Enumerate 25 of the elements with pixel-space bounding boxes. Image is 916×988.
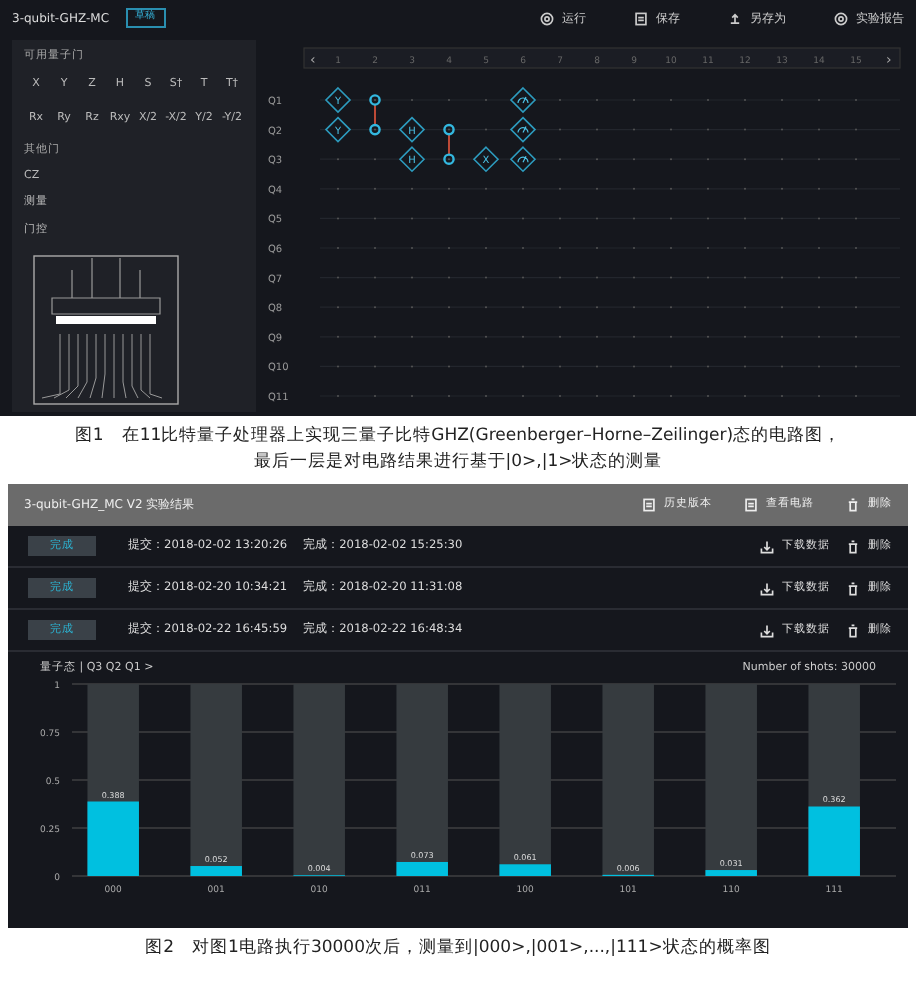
measurement-symbol[interactable] [509, 146, 537, 173]
trash-icon [846, 498, 860, 512]
linked-control-node[interactable] [443, 123, 455, 156]
measurement-symbol[interactable] [509, 116, 537, 143]
probability-bar [705, 870, 757, 877]
trash-icon [846, 581, 860, 595]
figure-caption: 图1 在11比特量子处理器上实现三量子比特GHZ(Greenberger–Horne–Zeilinger)态的电路图， [72, 424, 844, 450]
control-node[interactable] [369, 123, 381, 136]
probability-bar [190, 866, 242, 877]
measurement-symbol[interactable] [509, 86, 537, 114]
linked-control-node[interactable] [369, 94, 381, 126]
grid-icon [744, 498, 758, 512]
probability-bar [808, 807, 860, 877]
figure-caption: 最后一层是对电路结果进行基于|0>,|1>状态的测量 [251, 450, 665, 476]
download-icon [760, 581, 774, 595]
download-icon [760, 623, 774, 637]
figure-caption: 图2 对图1电路执行30000次后，测量到|000>,|001>,...,|111>状态的概率图 [143, 935, 773, 962]
trash-icon [846, 623, 860, 637]
document-icon [642, 498, 656, 512]
probability-bar [396, 862, 448, 877]
download-icon [760, 539, 774, 553]
probability-bar [87, 802, 139, 877]
probability-bar [499, 864, 551, 877]
control-node[interactable] [443, 153, 455, 165]
trash-icon [846, 539, 860, 553]
